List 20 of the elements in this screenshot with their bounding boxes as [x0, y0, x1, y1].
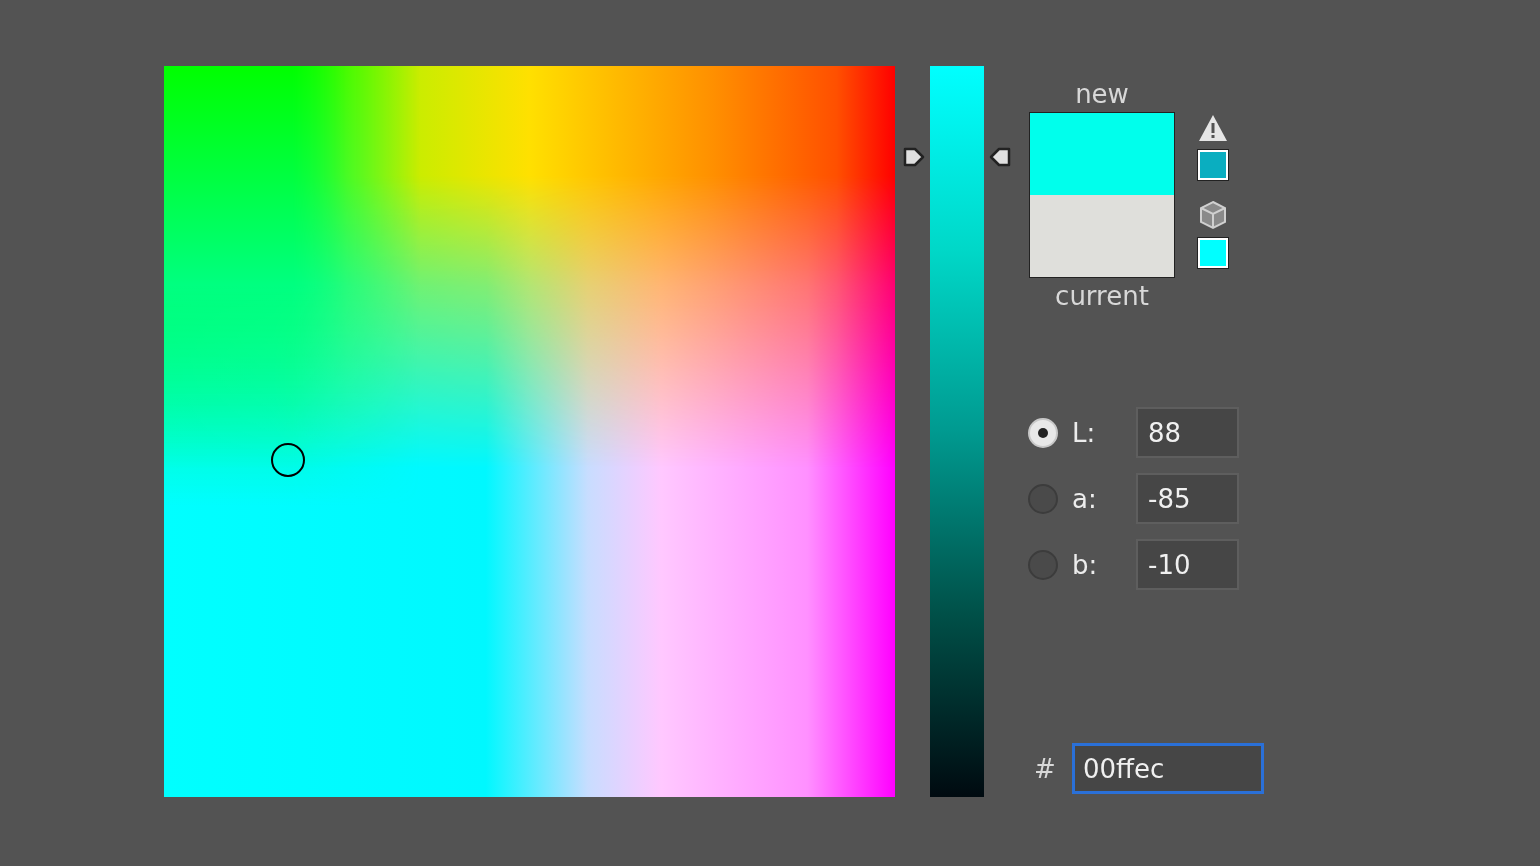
field-label: a: [1072, 483, 1098, 514]
new-color-swatch[interactable] [1030, 113, 1174, 195]
hex-input-field[interactable]: 00ffec [1072, 743, 1264, 794]
swatch-label: new [1075, 78, 1129, 111]
field-label: b: [1072, 549, 1099, 580]
current-color-swatch[interactable] [1030, 195, 1174, 277]
cube-icon [1199, 200, 1227, 230]
picker-marker[interactable] [271, 443, 305, 477]
radio-button[interactable] [1028, 549, 1058, 580]
web-swatch[interactable] [1198, 238, 1228, 268]
warning-icon [1198, 114, 1228, 142]
swatch-label: current [1055, 280, 1149, 313]
input-field[interactable]: 88 [1136, 407, 1239, 458]
field-label: # [1034, 753, 1057, 784]
field-label: L: [1072, 417, 1097, 448]
slider-track[interactable] [930, 66, 984, 797]
input-field[interactable]: -85 [1136, 473, 1239, 524]
input-field[interactable]: -10 [1136, 539, 1239, 590]
radio-button[interactable] [1028, 483, 1058, 514]
gamut-swatch[interactable] [1198, 150, 1228, 180]
